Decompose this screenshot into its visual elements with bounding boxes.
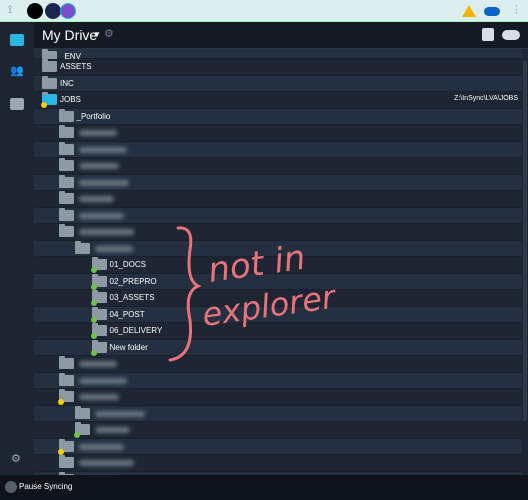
onedrive-icon[interactable] bbox=[484, 7, 500, 16]
scrollbar-thumb[interactable] bbox=[523, 61, 527, 421]
redacted-folder-name bbox=[95, 410, 145, 417]
my-drive-icon[interactable] bbox=[10, 34, 24, 46]
folder-name: 02_PREPRO bbox=[109, 276, 157, 286]
syncing-status-icon bbox=[57, 448, 64, 455]
footer-bar: Pause Syncing bbox=[0, 475, 528, 500]
folder-name: New folder bbox=[109, 342, 148, 352]
folder-row[interactable] bbox=[34, 191, 522, 208]
cloud-sync-icon[interactable] bbox=[502, 30, 520, 40]
redacted-folder-name bbox=[78, 460, 134, 466]
tray-app-icon[interactable] bbox=[27, 3, 43, 19]
synced-check-icon bbox=[90, 267, 97, 273]
redacted-folder-name bbox=[78, 179, 129, 186]
folder-row[interactable] bbox=[34, 389, 522, 406]
folder-row[interactable] bbox=[34, 125, 522, 142]
folder-name: _Portfolio bbox=[76, 111, 111, 121]
folder-icon bbox=[58, 207, 74, 221]
folder-icon bbox=[75, 405, 90, 419]
folder-row[interactable] bbox=[34, 455, 522, 472]
folder-row[interactable] bbox=[34, 438, 522, 455]
folder-icon bbox=[58, 108, 74, 122]
redacted-folder-name bbox=[78, 394, 119, 400]
account-settings-icon[interactable]: ⚙ bbox=[11, 452, 21, 465]
folder-row[interactable] bbox=[34, 174, 522, 191]
google-drive-icon[interactable] bbox=[462, 5, 476, 17]
folder-name: 01_DOCS bbox=[109, 260, 146, 269]
folder-name: 03_ASSETS bbox=[109, 293, 155, 302]
folder-row[interactable] bbox=[34, 158, 522, 175]
wifi-icon: ⟟ bbox=[8, 4, 13, 16]
folder-row[interactable]: _ENV bbox=[34, 49, 522, 65]
folder-icon bbox=[75, 240, 90, 254]
chevron-down-icon[interactable]: ▼ bbox=[93, 30, 101, 39]
redacted-folder-name bbox=[78, 229, 134, 235]
local-folder-icon[interactable] bbox=[482, 28, 494, 41]
folder-icon bbox=[42, 59, 57, 72]
brace-mark bbox=[168, 226, 202, 362]
redacted-folder-name bbox=[78, 212, 124, 219]
redacted-folder-name bbox=[78, 361, 117, 367]
redacted-folder-name bbox=[78, 443, 124, 450]
redacted-folder-name bbox=[78, 377, 127, 384]
folder-icon bbox=[58, 455, 74, 468]
folder-row[interactable]: JOBS Z:\InSync\LVA\JOBS bbox=[34, 92, 522, 109]
folder-name: 06_DELIVERY bbox=[109, 326, 163, 335]
syncing-status-icon bbox=[41, 102, 47, 108]
folder-icon bbox=[58, 125, 74, 138]
folder-row[interactable]: INC bbox=[34, 75, 522, 92]
redacted-folder-name bbox=[78, 146, 127, 153]
folder-row[interactable] bbox=[34, 422, 522, 439]
synced-check-icon bbox=[90, 333, 97, 339]
folder-row[interactable]: ASSETS bbox=[34, 59, 522, 76]
folder-icon bbox=[58, 356, 74, 369]
gear-icon[interactable]: ⚙ bbox=[104, 27, 114, 40]
tray-app-icon[interactable] bbox=[60, 3, 76, 19]
folder-row[interactable] bbox=[34, 372, 522, 389]
redacted-folder-name bbox=[78, 163, 119, 169]
contacts-icon[interactable] bbox=[10, 98, 24, 110]
folder-icon bbox=[58, 174, 74, 188]
local-path: Z:\InSync\LVA\JOBS bbox=[454, 95, 518, 102]
folder-icon bbox=[42, 75, 57, 89]
drive-title[interactable]: My Drive bbox=[42, 27, 97, 43]
redacted-folder-name bbox=[95, 245, 133, 252]
synced-check-icon bbox=[74, 432, 80, 438]
header: My Drive ▼ ⚙ bbox=[34, 22, 528, 49]
folder-row[interactable]: _Portfolio bbox=[34, 108, 522, 125]
more-icon[interactable]: ⋮ bbox=[511, 3, 522, 16]
folder-name: 04_POST bbox=[109, 309, 145, 319]
synced-check-icon bbox=[90, 300, 97, 306]
pause-syncing-button[interactable]: Pause Syncing bbox=[19, 482, 72, 491]
synced-check-icon bbox=[90, 349, 97, 356]
folder-icon bbox=[58, 141, 74, 155]
handwritten-annotation: not in explorer bbox=[168, 226, 339, 362]
scrollbar[interactable] bbox=[522, 49, 528, 475]
syncing-status-icon bbox=[57, 399, 64, 405]
redacted-folder-name bbox=[95, 427, 130, 433]
synced-check-icon bbox=[90, 316, 97, 323]
folder-icon bbox=[58, 191, 74, 204]
folder-row[interactable] bbox=[34, 405, 522, 422]
pause-icon[interactable] bbox=[5, 481, 17, 493]
folder-name: JOBS bbox=[60, 95, 81, 104]
folder-name: ASSETS bbox=[60, 62, 92, 71]
synced-check-icon bbox=[90, 283, 97, 290]
folder-icon bbox=[58, 224, 74, 237]
folder-row[interactable] bbox=[34, 141, 522, 158]
folder-icon bbox=[58, 372, 74, 386]
tray-app-icon[interactable] bbox=[45, 3, 61, 19]
sidebar: 👥 ⚙ bbox=[0, 22, 34, 475]
folder-icon bbox=[58, 158, 74, 171]
redacted-folder-name bbox=[78, 196, 114, 202]
shared-users-icon[interactable]: 👥 bbox=[10, 64, 24, 77]
folder-name: INC bbox=[60, 78, 74, 88]
redacted-folder-name bbox=[78, 130, 117, 136]
system-tray: ⟟ ⋮ bbox=[0, 0, 528, 22]
